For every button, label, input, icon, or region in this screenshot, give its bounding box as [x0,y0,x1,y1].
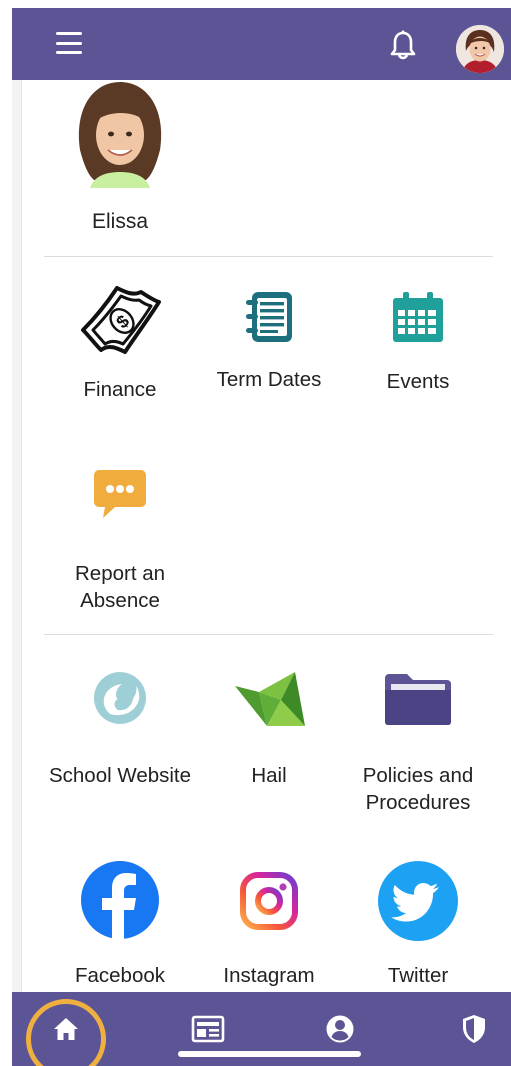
hail-bird-icon [235,672,305,726]
shield-icon [463,1015,485,1043]
tile-report-absence[interactable]: Report an Absence [45,468,195,614]
calendar-icon [393,292,443,342]
twitter-icon [378,861,458,941]
child-profile[interactable]: Elissa [72,80,168,233]
section-divider [44,256,493,257]
section-divider [44,634,493,635]
tile-label: Events [386,370,450,393]
chat-bubble-icon [94,470,146,518]
tile-label: Instagram [223,964,315,987]
app-screen: Elissa $ Finance Term Dates Events Repor… [0,0,511,1066]
tile-label: Term Dates [216,368,322,391]
left-edge [12,80,22,992]
tile-label: Report an Absence [74,562,166,612]
tile-finance[interactable]: $ Finance [45,278,195,403]
facebook-icon [81,861,159,940]
account-icon [326,1015,354,1043]
instagram-icon [240,872,298,930]
child-photo [72,80,168,188]
tile-label: Twitter [387,964,449,987]
tile-label: School Website [48,764,192,787]
hamburger-menu-icon[interactable] [56,32,82,54]
tile-policies[interactable]: Policies and Procedures [343,670,493,816]
tile-facebook[interactable]: Facebook [45,860,195,989]
nav-security[interactable] [444,992,504,1066]
school-logo-icon [94,672,146,724]
news-icon [191,1015,225,1043]
tile-term-dates[interactable]: Term Dates [194,290,344,393]
home-indicator-bar[interactable] [178,1051,361,1057]
home-content[interactable]: Elissa $ Finance Term Dates Events Repor… [22,80,511,992]
money-bill-icon: $ [81,286,161,354]
profile-avatar[interactable] [456,25,504,73]
tile-school-website[interactable]: School Website [45,670,195,789]
notebook-icon [246,292,292,342]
tile-events[interactable]: Events [343,292,493,395]
tile-instagram[interactable]: Instagram [194,872,344,989]
tile-label: Finance [83,378,157,401]
top-bar [12,8,511,80]
tile-label: Facebook [74,964,166,987]
bell-icon[interactable] [389,30,417,60]
tile-label: Policies and Procedures [362,764,474,814]
tile-hail[interactable]: Hail [194,670,344,789]
tile-label: Hail [251,764,287,787]
folder-icon [385,674,451,725]
child-name: Elissa [91,210,149,233]
tile-twitter[interactable]: Twitter [343,860,493,989]
